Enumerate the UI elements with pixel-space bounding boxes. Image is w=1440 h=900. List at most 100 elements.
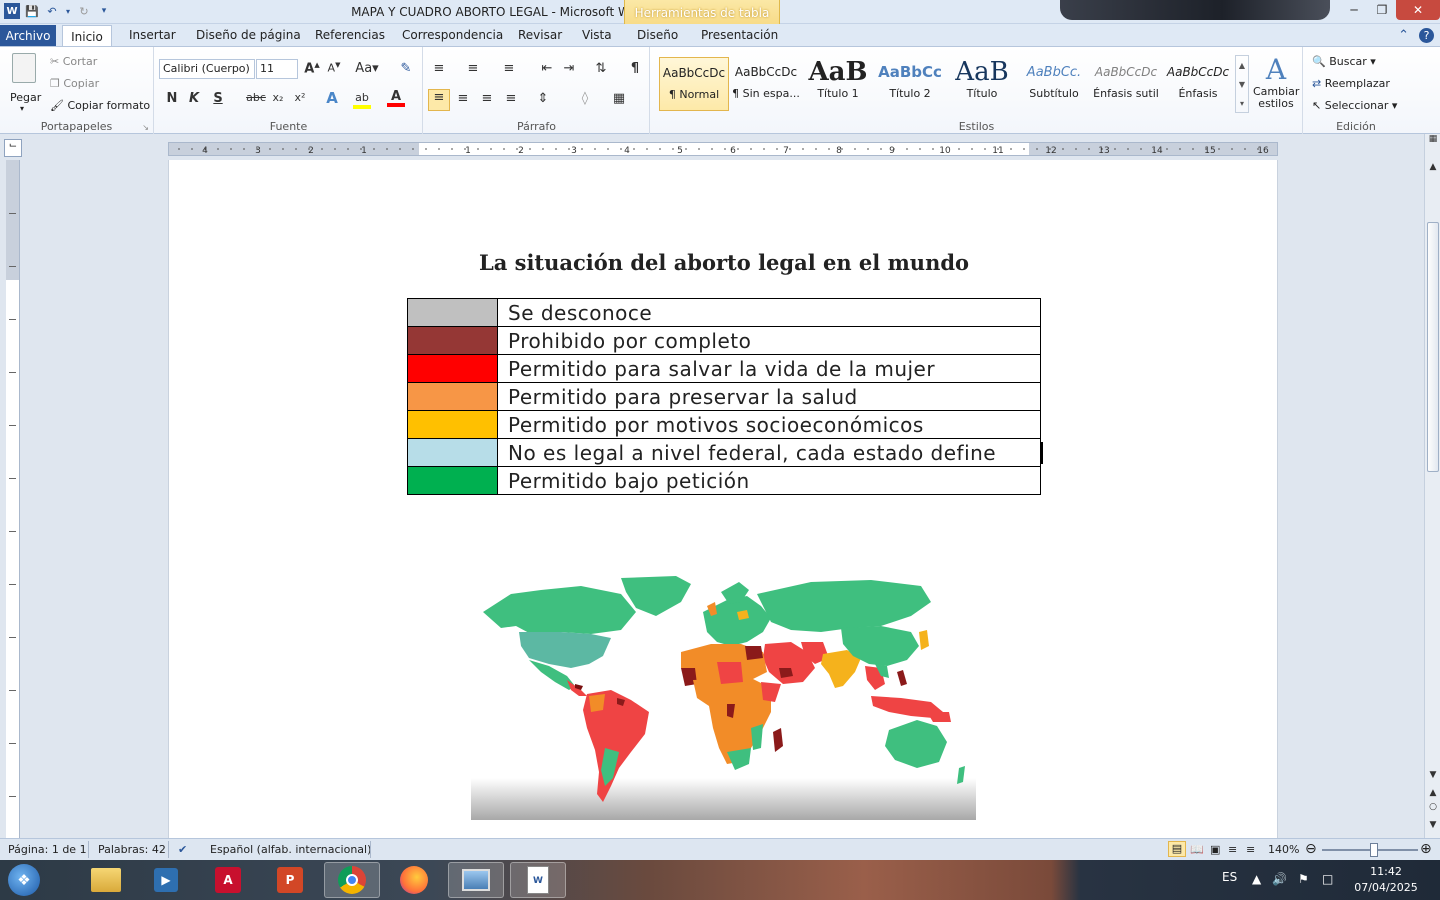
tab-insertar[interactable]: Insertar (129, 28, 176, 42)
font-name-combo[interactable]: Calibri (Cuerpo) (159, 59, 255, 79)
zoom-out-icon[interactable]: ⊖ (1305, 841, 1317, 857)
italic-icon[interactable]: K (185, 91, 203, 109)
legend-row[interactable]: Permitido para salvar la vida de la muje… (407, 354, 1041, 383)
language-indicator[interactable]: Español (alfab. internacional) (210, 843, 371, 856)
show-hidden-icons-icon[interactable]: ▲ (1252, 872, 1261, 886)
underline-icon[interactable]: S (209, 91, 227, 109)
show-marks-icon[interactable]: ¶ (626, 61, 644, 79)
close-button[interactable]: ✕ (1396, 0, 1440, 20)
shading-icon[interactable]: ◊ (576, 91, 594, 109)
find-button[interactable]: 🔍 Buscar ▾ (1312, 55, 1376, 68)
text-effects-icon[interactable]: A (323, 89, 341, 107)
scroll-down-icon[interactable]: ▼ (1425, 770, 1440, 784)
legend-color-swatch[interactable] (407, 382, 498, 411)
draft-icon[interactable]: ≡ (1246, 843, 1255, 856)
tab-diseno[interactable]: Diseño (637, 28, 678, 42)
superscript-icon[interactable]: x² (291, 91, 309, 109)
legend-label[interactable]: Permitido para salvar la vida de la muje… (497, 354, 1041, 383)
zoom-level[interactable]: 140% (1268, 843, 1299, 856)
legend-label[interactable]: No es legal a nivel federal, cada estado… (497, 438, 1041, 467)
world-abortion-map[interactable] (471, 572, 976, 820)
align-center-icon[interactable]: ≡ (454, 91, 472, 109)
legend-row[interactable]: Permitido bajo petición (407, 466, 1041, 495)
bullets-icon[interactable]: ≡ (430, 61, 448, 79)
print-layout-icon[interactable]: ▤ (1168, 841, 1186, 857)
styles-scroll[interactable]: ▲ ▼ ▾ (1235, 55, 1249, 113)
taskbar-image-viewer[interactable] (448, 862, 504, 898)
view-ruler-icon[interactable]: ▦ (1425, 134, 1440, 148)
full-screen-reading-icon[interactable]: 📖 (1190, 843, 1204, 856)
document-heading[interactable]: La situación del aborto legal en el mund… (169, 250, 1277, 275)
legend-label[interactable]: Prohibido por completo (497, 326, 1041, 355)
highlight-icon[interactable]: ab (353, 91, 371, 109)
style-normal[interactable]: AaBbCcDc ¶ Normal (659, 57, 729, 111)
scroll-thumb[interactable] (1427, 222, 1439, 472)
input-language[interactable]: ES (1222, 870, 1237, 884)
style-subtitulo[interactable]: AaBbCc. Subtítulo (1019, 57, 1089, 111)
replace-button[interactable]: ⇄ Reemplazar (1312, 77, 1390, 90)
legend-table[interactable]: Se desconoce Prohibido por completo Permit… (407, 298, 1041, 495)
help-icon[interactable]: ? (1419, 28, 1434, 43)
taskbar-acrobat[interactable]: A (200, 862, 256, 898)
minimize-ribbon-icon[interactable]: ⌃ (1398, 28, 1409, 43)
increase-indent-icon[interactable]: ⇥ (560, 61, 578, 79)
align-right-icon[interactable]: ≡ (478, 91, 496, 109)
start-button[interactable]: ❖ (2, 862, 46, 898)
zoom-slider-thumb[interactable] (1370, 843, 1378, 857)
taskbar-media-player[interactable]: ▶ (138, 862, 194, 898)
legend-row[interactable]: Permitido para preservar la salud (407, 382, 1041, 411)
copy-button[interactable]: ❐ Copiar (50, 77, 99, 90)
next-page-icon[interactable]: ▼ (1425, 820, 1440, 834)
tab-diseno-pagina[interactable]: Diseño de página (196, 28, 301, 42)
align-left-icon[interactable]: ≡ (428, 89, 450, 111)
tab-archivo[interactable]: Archivo (0, 25, 56, 46)
legend-row[interactable]: Prohibido por completo (407, 326, 1041, 355)
scroll-up-icon[interactable]: ▲ (1425, 162, 1440, 176)
legend-color-swatch[interactable] (407, 298, 498, 327)
system-clock[interactable]: 11:42 07/04/2025 (1350, 864, 1422, 896)
spelling-check-icon[interactable]: ✔ (178, 843, 187, 856)
legend-color-swatch[interactable] (407, 354, 498, 383)
action-center-flag-icon[interactable]: ⚑ (1298, 872, 1309, 886)
justify-icon[interactable]: ≡ (502, 91, 520, 109)
outline-icon[interactable]: ≡ (1228, 843, 1237, 856)
legend-label[interactable]: Permitido por motivos socioeconómicos (497, 410, 1041, 439)
select-browse-icon[interactable]: ○ (1425, 802, 1440, 816)
bold-icon[interactable]: N (163, 91, 181, 109)
dialog-launcher-icon[interactable]: ↘ (142, 123, 149, 132)
legend-color-swatch[interactable] (407, 466, 498, 495)
strikethrough-icon[interactable]: abc (245, 91, 267, 109)
change-case-icon[interactable]: Aa▾ (355, 61, 379, 79)
tab-vista[interactable]: Vista (582, 28, 612, 42)
tab-referencias[interactable]: Referencias (315, 28, 385, 42)
line-spacing-icon[interactable]: ⇕ (534, 91, 552, 109)
decrease-indent-icon[interactable]: ⇤ (538, 61, 556, 79)
multilevel-list-icon[interactable]: ≡ (500, 61, 518, 79)
font-color-icon[interactable]: A (387, 89, 405, 107)
horizontal-ruler[interactable]: 4 3 2 1 1 2 3 4 5 6 7 8 9 10 11 12 13 14 15 16 (168, 142, 1278, 156)
document-page[interactable]: La situación del aborto legal en el mund… (168, 160, 1278, 838)
minimize-button[interactable]: ─ (1340, 0, 1368, 20)
style-titulo-2[interactable]: AaBbCc Título 2 (875, 57, 945, 111)
style-titulo-1[interactable]: AaB Título 1 (803, 57, 873, 111)
style-sin-espaciado[interactable]: AaBbCcDc ¶ Sin espa... (731, 57, 801, 111)
legend-color-swatch[interactable] (407, 326, 498, 355)
maximize-button[interactable]: ❐ (1368, 0, 1396, 20)
legend-row[interactable]: No es legal a nivel federal, cada estado… (407, 438, 1041, 467)
tab-correspondencia[interactable]: Correspondencia (402, 28, 503, 42)
style-enfasis-sutil[interactable]: AaBbCcDc Énfasis sutil (1091, 57, 1161, 111)
vertical-scrollbar[interactable]: ▦ ▲ ▼ ▲ ○ ▼ (1424, 134, 1440, 838)
taskbar-powerpoint[interactable]: P (262, 862, 318, 898)
legend-color-swatch[interactable] (407, 410, 498, 439)
paste-button[interactable]: Pegar ▾ (6, 51, 42, 115)
volume-icon[interactable]: 🔊 (1272, 872, 1287, 886)
taskbar-word[interactable]: W (510, 862, 566, 898)
shrink-font-icon[interactable]: A▼ (325, 61, 343, 79)
tab-selector[interactable]: ⌙ (4, 139, 22, 157)
word-count[interactable]: Palabras: 42 (98, 843, 166, 856)
tab-revisar[interactable]: Revisar (518, 28, 562, 42)
format-painter-button[interactable]: 🖌 Copiar formato (50, 99, 150, 112)
tab-inicio[interactable]: Inicio (62, 25, 112, 47)
legend-label[interactable]: Se desconoce (497, 298, 1041, 327)
borders-icon[interactable]: ▦ (610, 91, 628, 109)
